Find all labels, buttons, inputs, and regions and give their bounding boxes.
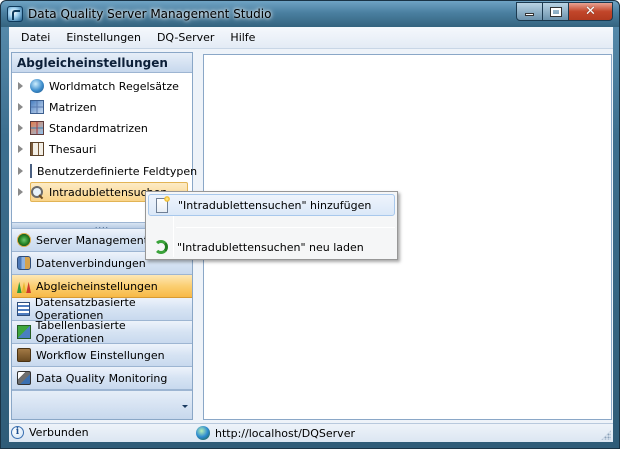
close-button[interactable]: ✕	[569, 2, 613, 21]
nav-label: Server Management	[36, 233, 149, 247]
tree-item-thesauri[interactable]: Thesauri	[12, 139, 190, 159]
nav-tabellenbasierte-operationen[interactable]: Tabellenbasierte Operationen	[12, 319, 192, 345]
workflow-icon	[17, 348, 31, 362]
nav-workflow-einstellungen[interactable]: Workflow Einstellungen	[12, 344, 192, 367]
server-address: http://localhost/DQServer	[196, 426, 355, 440]
globe-icon	[196, 426, 210, 440]
maximize-button[interactable]	[543, 2, 569, 21]
expand-arrow-icon[interactable]	[18, 145, 23, 153]
nav-label: Datenverbindungen	[36, 256, 146, 270]
match-icon	[17, 281, 31, 293]
tree-item-label: Matrizen	[49, 100, 97, 114]
menu-hilfe[interactable]: Hilfe	[222, 31, 263, 44]
expand-arrow-icon[interactable]	[18, 167, 23, 175]
context-menu-add[interactable]: "Intradublettensuchen" hinzufügen	[148, 194, 395, 216]
tree-item-standardmatrizen[interactable]: Standardmatrizen	[12, 118, 190, 138]
panel-header: Abgleicheinstellungen	[12, 53, 192, 73]
menu-dq-server[interactable]: DQ-Server	[149, 31, 222, 44]
refresh-icon	[154, 240, 168, 254]
window-controls: ✕	[516, 2, 613, 22]
tree-item-feldtypen[interactable]: Benutzerdefinierte Feldtypen	[12, 161, 197, 181]
expand-arrow-icon[interactable]	[18, 103, 23, 111]
globe-icon	[30, 79, 44, 93]
database-icon	[17, 256, 31, 270]
menu-datei[interactable]: Datei	[13, 31, 58, 44]
nav-label: Tabellenbasierte Operationen	[35, 319, 126, 345]
nav-datensatzbasierte-operationen[interactable]: Datensatzbasierte Operationen	[12, 296, 192, 322]
nav-data-quality-monitoring[interactable]: Data Quality Monitoring	[12, 367, 192, 390]
table-ops-icon	[17, 325, 31, 339]
info-icon: i	[11, 426, 24, 439]
server-url-text: http://localhost/DQServer	[215, 426, 355, 440]
context-menu: "Intradublettensuchen" hinzufügen "Intra…	[145, 191, 398, 260]
connection-status: i Verbunden	[11, 426, 89, 439]
server-icon	[17, 233, 31, 247]
nav-label: Abgleicheinstellungen	[36, 279, 158, 293]
tree-item-label: Benutzerdefinierte Feldtypen	[37, 164, 198, 178]
menu-bar: Datei Einstellungen DQ-Server Hilfe	[9, 27, 613, 49]
matrix-icon	[30, 100, 44, 114]
tree-item-label: Thesauri	[49, 142, 97, 156]
tree-item-label: Worldmatch Regelsätze	[49, 79, 179, 93]
context-menu-reload[interactable]: "Intradublettensuchen" neu laden	[148, 236, 395, 258]
title-bar[interactable]: Data Quality Server Management Studio ✕	[1, 1, 619, 27]
close-icon: ✕	[585, 4, 596, 19]
expand-arrow-icon[interactable]	[18, 124, 23, 132]
nav-overflow-bar	[12, 390, 192, 419]
search-icon	[30, 185, 44, 199]
book-icon	[30, 142, 44, 156]
minimize-icon	[525, 13, 534, 16]
nav-label: Workflow Einstellungen	[36, 348, 165, 362]
window-title: Data Quality Server Management Studio	[28, 7, 272, 21]
standard-matrix-icon	[30, 121, 44, 135]
maximize-icon	[549, 6, 562, 17]
record-icon	[17, 302, 30, 316]
connection-status-text: Verbunden	[29, 426, 89, 439]
nav-label: Data Quality Monitoring	[36, 371, 168, 385]
nav-abgleicheinstellungen[interactable]: Abgleicheinstellungen	[12, 275, 192, 298]
context-menu-label: "Intradublettensuchen" hinzufügen	[178, 198, 372, 212]
expand-arrow-icon[interactable]	[18, 82, 23, 90]
monitoring-icon	[17, 371, 31, 385]
context-menu-separator	[176, 227, 395, 228]
expand-arrow-icon[interactable]	[18, 188, 23, 196]
minimize-button[interactable]	[516, 2, 543, 21]
tree-item-worldmatch[interactable]: Worldmatch Regelsätze	[12, 76, 190, 96]
menu-einstellungen[interactable]: Einstellungen	[58, 31, 149, 44]
status-bar: i Verbunden http://localhost/DQServer	[9, 423, 613, 442]
resize-grip-icon[interactable]	[601, 430, 611, 440]
chevron-down-icon[interactable]	[182, 405, 188, 408]
context-menu-label: "Intradublettensuchen" neu laden	[177, 240, 364, 254]
tree-item-matrizen[interactable]: Matrizen	[12, 97, 190, 117]
new-document-icon	[156, 195, 170, 213]
table-icon	[30, 164, 32, 178]
app-icon[interactable]	[7, 6, 23, 22]
tree-item-label: Standardmatrizen	[49, 121, 148, 135]
